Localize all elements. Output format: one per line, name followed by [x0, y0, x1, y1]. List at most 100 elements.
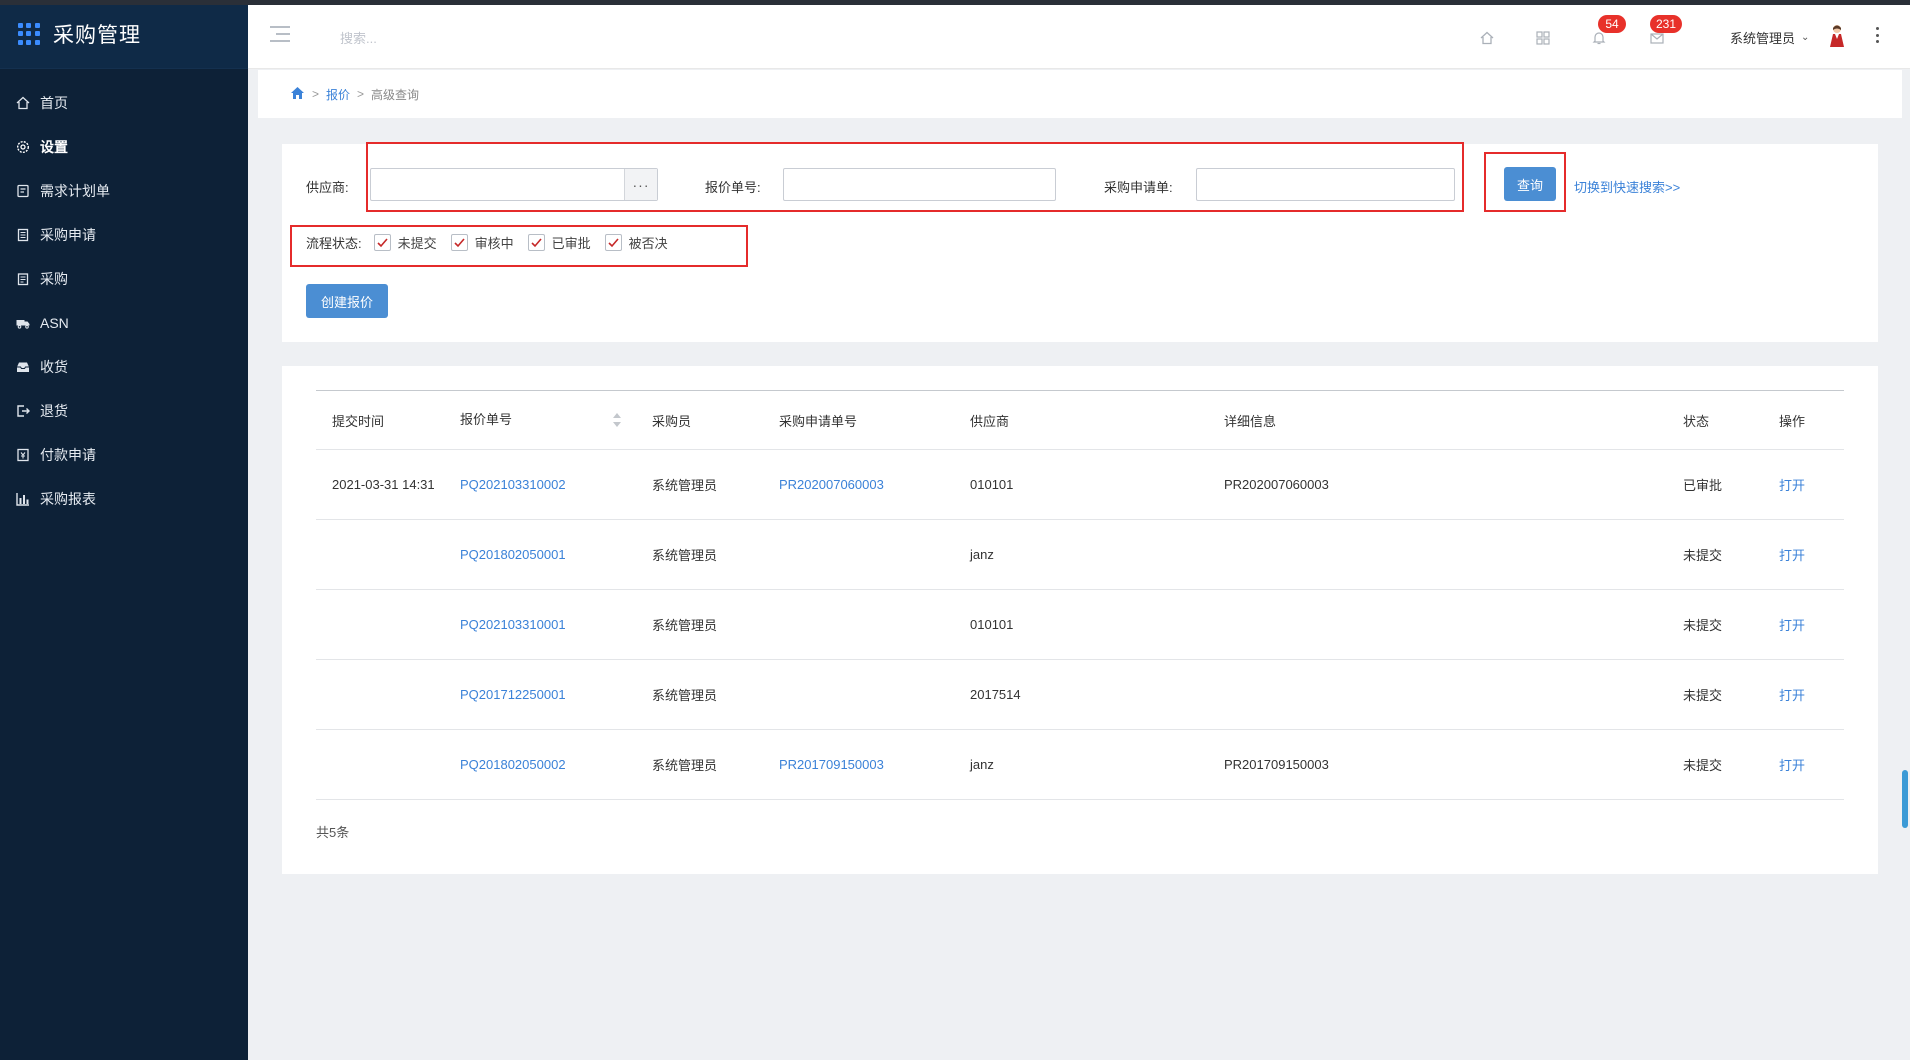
highlight-box-status — [290, 225, 748, 267]
payment-icon — [16, 448, 30, 462]
open-link[interactable]: 打开 — [1763, 589, 1844, 660]
home-icon — [16, 96, 30, 110]
top-header: 54 231 系统管理员 ⌄ — [248, 5, 1910, 69]
status-cell: 已审批 — [1667, 449, 1763, 520]
pr-no-link[interactable]: PR202007060003 — [763, 449, 954, 520]
notification-badge: 54 — [1598, 15, 1626, 33]
pr-no-link[interactable] — [763, 659, 954, 730]
buyer-cell: 系统管理员 — [636, 659, 763, 730]
quote-no-link[interactable]: PQ201712250001 — [444, 659, 636, 730]
quote-no-link[interactable]: PQ202103310002 — [444, 449, 636, 520]
quote-no-link[interactable]: PQ202103310001 — [444, 589, 636, 660]
status-cell: 未提交 — [1667, 519, 1763, 590]
breadcrumb-current: 高级查询 — [371, 87, 420, 102]
table-row: PQ201802050001 系统管理员 janz 未提交 打开 — [316, 519, 1844, 590]
sidebar-nav: 首页 设置 需求计划单 采购申请 采购 ASN 收货 退货 付款申请 采购报表 — [0, 69, 248, 521]
sort-icon[interactable] — [612, 412, 622, 431]
quotes-table: 提交时间 报价单号 采购员 采购申请单号 供应商 详细信息 状态 操作 2021… — [316, 390, 1844, 800]
quote-no-link[interactable]: PQ201802050002 — [444, 729, 636, 800]
search-input[interactable] — [340, 26, 600, 50]
buyer-cell: 系统管理员 — [636, 729, 763, 800]
truck-icon — [16, 316, 30, 330]
sidebar-item-label: 首页 — [40, 95, 68, 111]
sidebar-item-reports[interactable]: 采购报表 — [0, 477, 248, 521]
pr-no-link[interactable] — [763, 589, 954, 660]
table-row: PQ202103310001 系统管理员 010101 未提交 打开 — [316, 589, 1844, 660]
more-options-icon[interactable] — [1876, 27, 1880, 43]
open-link[interactable]: 打开 — [1763, 519, 1844, 590]
column-header: 状态 — [1667, 390, 1763, 450]
breadcrumb-parent[interactable]: 报价 — [326, 86, 350, 103]
sidebar-item-label: 采购报表 — [40, 491, 96, 507]
pr-no-link[interactable]: PR201709150003 — [763, 729, 954, 800]
sidebar-item-label: 退货 — [40, 403, 68, 419]
user-menu[interactable]: 系统管理员 ⌄ — [1730, 28, 1809, 47]
detail-cell — [1208, 659, 1667, 730]
sidebar-item-label: ASN — [40, 315, 69, 331]
apps-icon[interactable] — [1534, 29, 1552, 47]
supplier-label: 供应商: — [306, 180, 349, 195]
sidebar-item-purchase[interactable]: 采购 — [0, 257, 248, 301]
sidebar-item-home[interactable]: 首页 — [0, 81, 248, 125]
submit-time-cell — [316, 729, 444, 800]
status-cell: 未提交 — [1667, 729, 1763, 800]
supplier-cell: 2017514 — [954, 659, 1208, 730]
scrollbar-thumb[interactable] — [1902, 770, 1908, 828]
inbox-icon — [16, 360, 30, 374]
sidebar-item-label: 收货 — [40, 359, 68, 375]
column-header-label: 报价单号 — [460, 412, 513, 428]
sidebar-item-label: 采购 — [40, 271, 68, 287]
breadcrumb: > 报价 > 高级查询 — [258, 70, 1902, 118]
detail-cell: PR201709150003 — [1208, 729, 1667, 800]
sidebar-item-settings[interactable]: 设置 — [0, 125, 248, 169]
quick-search-toggle-link[interactable]: 切换到快速搜索>> — [1574, 177, 1680, 196]
sidebar-item-label: 采购申请 — [40, 227, 96, 243]
open-link[interactable]: 打开 — [1763, 449, 1844, 520]
form-icon — [16, 228, 30, 242]
sidebar-item-label: 设置 — [40, 139, 68, 155]
sidebar-item-asn[interactable]: ASN — [0, 301, 248, 345]
detail-cell: PR202007060003 — [1208, 449, 1667, 520]
sidebar-item-demand-plan[interactable]: 需求计划单 — [0, 169, 248, 213]
avatar[interactable] — [1826, 23, 1848, 49]
submit-time-cell — [316, 589, 444, 660]
column-header: 采购申请单号 — [763, 390, 954, 450]
supplier-cell: janz — [954, 729, 1208, 800]
table-row: 2021-03-31 14:31 PQ202103310002 系统管理员 PR… — [316, 449, 1844, 520]
column-header: 提交时间 — [316, 390, 444, 450]
column-header: 操作 — [1763, 390, 1844, 450]
supplier-cell: 010101 — [954, 589, 1208, 660]
create-quote-button[interactable]: 创建报价 — [306, 284, 388, 318]
table-row: PQ201712250001 系统管理员 2017514 未提交 打开 — [316, 659, 1844, 730]
status-cell: 未提交 — [1667, 659, 1763, 730]
home-icon[interactable] — [290, 86, 305, 103]
sidebar-item-receiving[interactable]: 收货 — [0, 345, 248, 389]
open-link[interactable]: 打开 — [1763, 729, 1844, 800]
sidebar-item-purchase-request[interactable]: 采购申请 — [0, 213, 248, 257]
submit-time-cell — [316, 659, 444, 730]
detail-cell — [1208, 519, 1667, 590]
clipboard-icon — [16, 272, 30, 286]
message-badge: 231 — [1650, 15, 1683, 33]
submit-time-cell — [316, 519, 444, 590]
highlight-box-query — [1484, 152, 1566, 212]
sidebar-item-return[interactable]: 退货 — [0, 389, 248, 433]
quote-no-link[interactable]: PQ201802050001 — [444, 519, 636, 590]
open-link[interactable]: 打开 — [1763, 659, 1844, 730]
sidebar: 采购管理 首页 设置 需求计划单 采购申请 采购 ASN 收货 退货 付款申请 … — [0, 0, 248, 1060]
app-logo[interactable]: 采购管理 — [0, 0, 248, 69]
sidebar-item-payment-request[interactable]: 付款申请 — [0, 433, 248, 477]
buyer-cell: 系统管理员 — [636, 519, 763, 590]
document-icon — [16, 184, 30, 198]
column-header-sortable[interactable]: 报价单号 — [444, 390, 636, 450]
home-icon[interactable] — [1478, 29, 1496, 47]
table-row: PQ201802050002 系统管理员 PR201709150003 janz… — [316, 729, 1844, 800]
menu-toggle-icon[interactable] — [270, 26, 290, 42]
supplier-cell: 010101 — [954, 449, 1208, 520]
detail-cell — [1208, 589, 1667, 660]
user-name: 系统管理员 — [1730, 31, 1796, 46]
sidebar-item-label: 需求计划单 — [40, 183, 110, 199]
gear-icon — [16, 140, 30, 154]
pr-no-link[interactable] — [763, 519, 954, 590]
bar-chart-icon — [16, 492, 30, 506]
